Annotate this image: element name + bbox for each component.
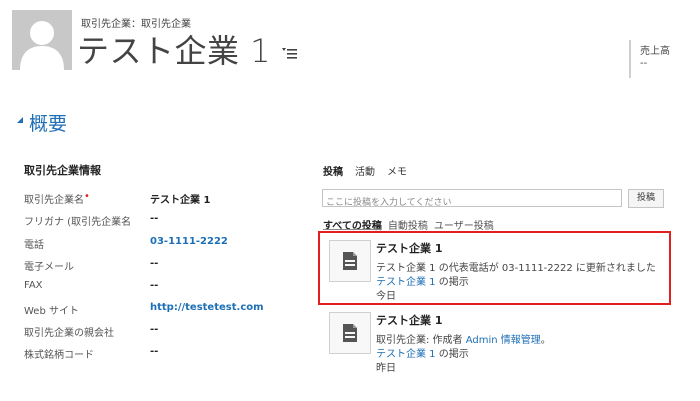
header-menu-icon[interactable] (282, 44, 298, 59)
person-icon (12, 10, 72, 70)
field-value-account-name[interactable]: テスト企業 1 (150, 191, 266, 206)
avatar (12, 10, 72, 70)
field-label-email: 電子メール (24, 262, 74, 273)
kpi-divider (629, 40, 631, 78)
field-label-website: Web サイト (24, 306, 79, 317)
field-value-parent-account[interactable]: -- (150, 324, 266, 335)
triangle-down-icon[interactable] (17, 117, 25, 127)
post-button[interactable]: 投稿 (628, 189, 664, 208)
post-source: テスト企業 1 の掲示 (376, 349, 469, 360)
field-label-phone: 電話 (24, 240, 44, 251)
field-value-furigana[interactable]: -- (150, 213, 266, 224)
page-title: テスト企業 1 (77, 32, 272, 70)
field-label-fax: FAX (24, 280, 43, 291)
required-marker: • (84, 191, 90, 202)
post-author-link[interactable]: Admin 情報管理 (466, 335, 541, 346)
tab-notes[interactable]: メモ (387, 167, 407, 178)
highlight-box (318, 231, 671, 305)
field-value-email[interactable]: -- (150, 258, 266, 269)
kpi-value: -- (640, 58, 648, 69)
tab-activities[interactable]: 活動 (355, 167, 375, 178)
field-value-ticker[interactable]: -- (150, 346, 266, 357)
post-input-box[interactable] (322, 189, 622, 210)
post-item[interactable]: テスト企業 1 取引先企業: 作成者 Admin 情報管理。 テスト企業 1 の… (323, 307, 673, 374)
form-heading: 取引先企業情報 (24, 164, 101, 177)
kpi-label: 売上高 (640, 46, 670, 57)
post-input[interactable] (323, 196, 619, 210)
posts-tabs: 投稿 活動 メモ (323, 163, 419, 178)
tab-posts[interactable]: 投稿 (323, 167, 343, 178)
section-title[interactable]: 概要 (29, 109, 67, 136)
field-value-phone[interactable]: 03-1111-2222 (150, 236, 266, 247)
post-title[interactable]: テスト企業 1 (376, 312, 442, 328)
document-icon (343, 324, 357, 342)
post-body: 取引先企業: 作成者 Admin 情報管理。 (376, 335, 551, 346)
active-filter-underline (323, 229, 381, 230)
field-value-website[interactable]: http://testetest.com (150, 302, 266, 313)
post-time: 昨日 (376, 363, 396, 374)
field-label-parent-account: 取引先企業の親会社 (24, 328, 114, 339)
field-value-fax[interactable]: -- (150, 280, 266, 291)
field-label-ticker: 株式銘柄コード (24, 350, 94, 361)
field-label-furigana: フリガナ (取引先企業名 (24, 217, 132, 228)
post-icon (329, 312, 371, 354)
field-label-account-name: 取引先企業名• (24, 191, 90, 206)
